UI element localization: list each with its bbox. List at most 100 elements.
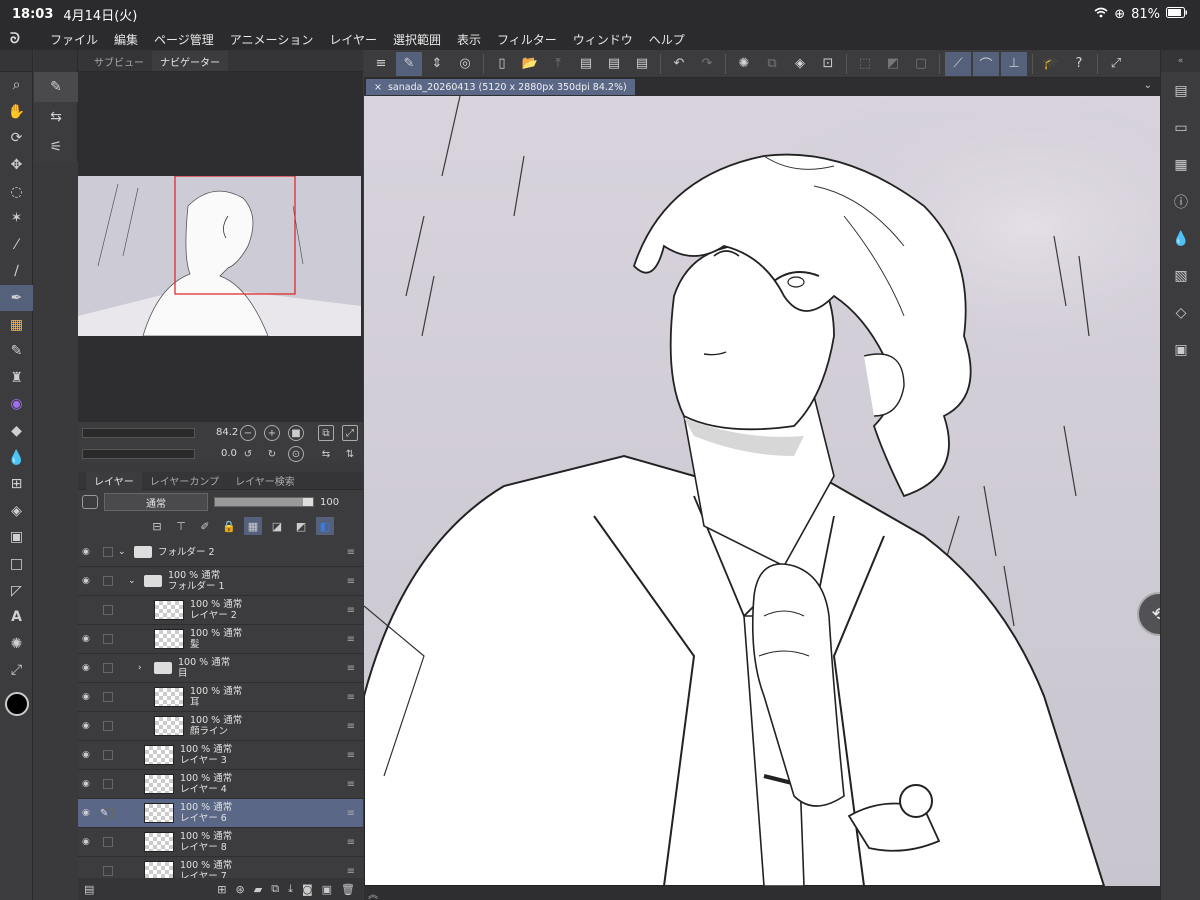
gradient-icon[interactable]: ▣	[0, 524, 33, 551]
new-raster-layer-icon[interactable]: ⊞	[217, 883, 226, 896]
layer-select-checkbox[interactable]	[103, 692, 113, 702]
main-color-well[interactable]	[0, 684, 33, 724]
lock-icon[interactable]: 🔒	[220, 517, 238, 535]
main-color-swatch[interactable]	[4, 691, 29, 716]
layer-row[interactable]: ◉ 100 % 通常 顔ライン ≡	[78, 712, 363, 741]
blend-icon[interactable]: 💧	[0, 444, 33, 471]
layer-select-checkbox[interactable]	[103, 576, 113, 586]
layer-drag-handle-icon[interactable]: ≡	[347, 576, 355, 587]
tab-layer-search[interactable]: レイヤー検索	[227, 471, 303, 491]
tab-navigator[interactable]: ナビゲーター	[152, 51, 228, 71]
opacity-slider[interactable]	[214, 497, 314, 507]
reset-rotation-icon[interactable]: ⊙	[288, 446, 304, 462]
snap-ruler-icon[interactable]: ⟋	[945, 51, 971, 76]
zoom-out-icon[interactable]: −	[240, 425, 256, 441]
menu-page[interactable]: ページ管理	[154, 31, 214, 48]
invert-selection-icon[interactable]: ◩	[880, 52, 906, 76]
layer-color-mode-icon[interactable]: ◧	[316, 517, 334, 535]
selection-border-icon[interactable]: ▢	[908, 52, 934, 76]
folder-chevron-icon[interactable]: ⌄	[118, 547, 126, 557]
menu-help[interactable]: ヘルプ	[649, 31, 685, 48]
move-icon[interactable]: ✥	[0, 152, 33, 179]
layer-row[interactable]: ◉ 100 % 通常 レイヤー 6 ✎ ≡	[78, 799, 363, 828]
companion-icon[interactable]: ◎	[452, 52, 478, 76]
layer-drag-handle-icon[interactable]: ≡	[347, 721, 355, 732]
layer-drag-handle-icon[interactable]: ≡	[347, 634, 355, 645]
eyedropper-icon[interactable]: ⁄	[0, 232, 33, 259]
opacity-value[interactable]: 100	[320, 497, 339, 508]
timeline-icon[interactable]: ▣	[1161, 331, 1200, 368]
folder-chevron-icon[interactable]: ›	[138, 663, 142, 673]
magic-wand-icon[interactable]: ✶	[0, 205, 33, 232]
pencil-icon[interactable]: ▦	[0, 311, 33, 338]
eye-icon[interactable]: ◉	[82, 634, 94, 644]
apply-mask-icon[interactable]: ▣	[322, 883, 332, 896]
actual-size-icon[interactable]: ⧉	[318, 425, 334, 441]
eye-icon[interactable]: ◉	[82, 692, 94, 702]
tool-palette-header[interactable]	[0, 50, 32, 72]
layer-row[interactable]: ◉ ⌄ フォルダー 2 ≡	[78, 538, 363, 567]
shape-icon[interactable]: □	[0, 551, 33, 578]
menu-layer[interactable]: レイヤー	[329, 31, 377, 48]
document-tab[interactable]: × sanada_20260413 (5120 x 2880px 350dpi …	[366, 79, 635, 95]
snap-grid-icon[interactable]: ⊥	[1001, 51, 1027, 76]
menu-edit[interactable]: 編集	[114, 31, 138, 48]
balloon-icon[interactable]: ✺	[0, 630, 33, 657]
layer-drag-handle-icon[interactable]: ≡	[347, 605, 355, 616]
eye-icon[interactable]: ◉	[82, 547, 94, 557]
layer-select-checkbox[interactable]	[103, 663, 113, 673]
layer-select-checkbox[interactable]	[103, 547, 113, 557]
layer-select-checkbox[interactable]	[103, 605, 113, 615]
drawing-canvas[interactable]	[364, 96, 1160, 886]
merge-down-icon[interactable]: ⤓	[288, 882, 293, 896]
export-jpg-icon[interactable]: ▤	[573, 52, 599, 76]
clip-icon[interactable]: ⊟	[148, 517, 166, 535]
frame-icon[interactable]: ◸	[0, 577, 33, 604]
tool-property-icon[interactable]: ▭	[1161, 109, 1200, 146]
airbrush-icon[interactable]: ♜	[0, 365, 33, 392]
eyedropper-alt-icon[interactable]: ∕	[0, 258, 33, 285]
zoom-slider[interactable]	[82, 428, 195, 438]
app-logo-icon[interactable]: ᘐ	[10, 31, 34, 47]
layer-drag-handle-icon[interactable]: ≡	[347, 808, 355, 819]
fill-bucket-icon[interactable]: ◈	[787, 52, 813, 76]
lasso-icon[interactable]: ◌	[0, 178, 33, 205]
new-file-icon[interactable]: ▯	[489, 52, 515, 76]
layer-row[interactable]: ◉ › 100 % 通常目 ≡	[78, 654, 363, 683]
layer-drag-handle-icon[interactable]: ≡	[347, 750, 355, 761]
layer-select-checkbox[interactable]	[103, 750, 113, 760]
navigator-view[interactable]	[78, 72, 363, 422]
line-correction-icon[interactable]: ⤢	[0, 657, 33, 684]
subtool-settings-icon[interactable]: ⚟	[34, 132, 78, 162]
rotate-left-icon[interactable]: ↺	[240, 446, 256, 462]
rotate-icon[interactable]: ⟳	[0, 125, 33, 152]
tab-subview[interactable]: サブビュー	[86, 51, 152, 71]
eye-icon[interactable]: ◉	[82, 576, 94, 586]
eye-icon[interactable]: ◉	[82, 808, 94, 818]
subtool-header[interactable]	[34, 50, 77, 72]
delete-layer-icon[interactable]: 🗑	[341, 883, 355, 896]
fullscreen-icon[interactable]: ⤢	[1103, 52, 1129, 76]
eye-icon[interactable]: ◉	[82, 663, 94, 673]
layer-panel-menu-icon[interactable]: ▤	[84, 883, 94, 896]
eye-icon[interactable]: ◉	[82, 721, 94, 731]
menu-window[interactable]: ウィンドウ	[573, 31, 633, 48]
chevron-up-icon[interactable]: ︽	[368, 886, 378, 900]
export-png-icon[interactable]: ▤	[601, 52, 627, 76]
tab-layer-comp[interactable]: レイヤーカンプ	[142, 471, 227, 491]
transform-icon[interactable]: ⊡	[815, 52, 841, 76]
grid-icon[interactable]: ⊞	[0, 471, 33, 498]
eye-icon[interactable]: ◉	[82, 837, 94, 847]
layer-row[interactable]: ◉ 100 % 通常耳 ≡	[78, 683, 363, 712]
menu-file[interactable]: ファイル	[50, 31, 98, 48]
command-menu-icon[interactable]: ≡	[368, 52, 394, 76]
fit-window-icon[interactable]: ⤢	[342, 425, 358, 441]
menu-filter[interactable]: フィルター	[497, 31, 557, 48]
eraser-icon[interactable]: ◆	[0, 418, 33, 445]
fit-view-icon[interactable]: ■	[288, 425, 304, 441]
reference-icon[interactable]: ⊤	[172, 517, 190, 535]
layer-row[interactable]: ◉ 100 % 通常 レイヤー 8 ≡	[78, 828, 363, 857]
ruler-layer-icon[interactable]: ◩	[292, 517, 310, 535]
loading-icon[interactable]: ✺	[731, 52, 757, 76]
stepper-icon[interactable]: ⇕	[424, 52, 450, 76]
